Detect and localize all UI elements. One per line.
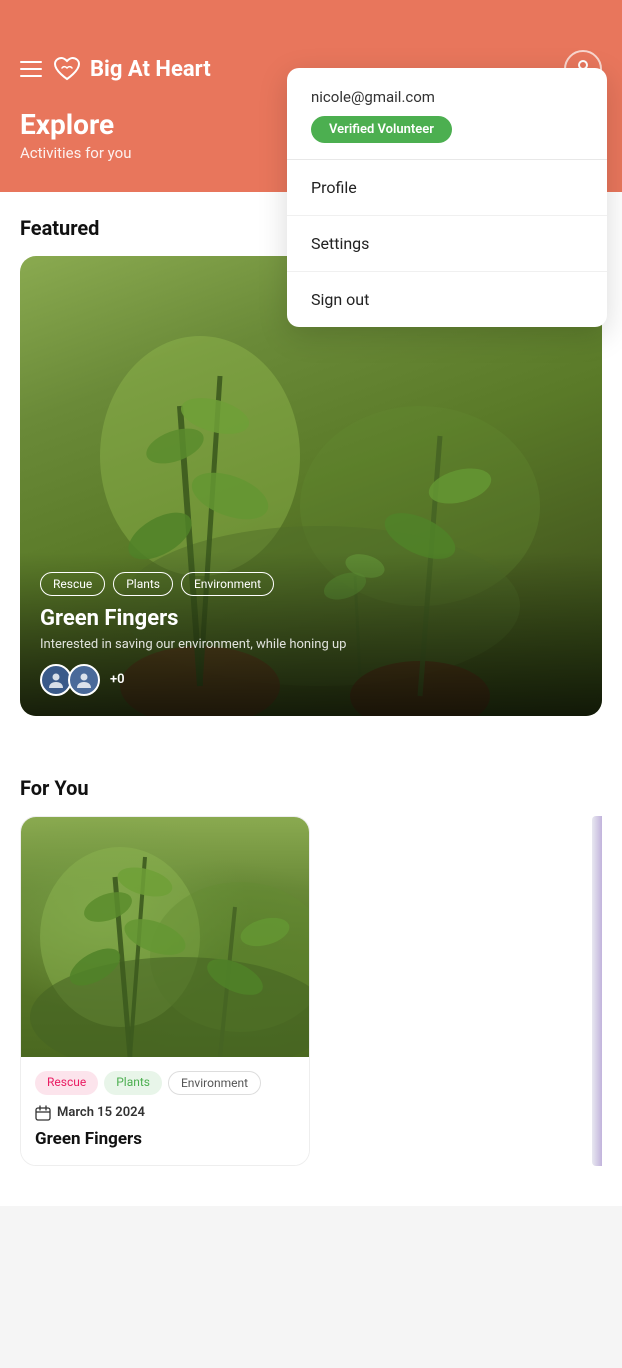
tag-plants: Plants <box>113 572 173 596</box>
avatar-icon-2 <box>74 670 94 690</box>
featured-description: Interested in saving our environment, wh… <box>40 637 582 652</box>
dropdown-header: nicole@gmail.com Verified Volunteer <box>287 68 607 160</box>
scroll-indicator <box>592 816 602 1166</box>
card-1-tag-rescue: Rescue <box>35 1071 98 1095</box>
brand-name: Big At Heart <box>90 57 211 82</box>
for-you-card-1[interactable]: Rescue Plants Environment March 15 2024 … <box>20 816 310 1166</box>
card-1-date-text: March 15 2024 <box>57 1105 145 1120</box>
menu-button[interactable] <box>20 61 42 77</box>
card-1-tag-plants: Plants <box>104 1071 162 1095</box>
app-header: Big At Heart Explore Activities for you … <box>0 0 622 192</box>
for-you-card-body-1: Rescue Plants Environment March 15 2024 … <box>21 1057 309 1165</box>
user-dropdown: nicole@gmail.com Verified Volunteer Prof… <box>287 68 607 327</box>
brand-logo: Big At Heart <box>52 54 211 84</box>
avatar-icon-1 <box>46 670 66 690</box>
settings-menu-item[interactable]: Settings <box>287 216 607 272</box>
for-you-card-image-1 <box>21 817 309 1057</box>
card-1-title: Green Fingers <box>35 1129 295 1149</box>
tag-environment: Environment <box>181 572 274 596</box>
card-1-date: March 15 2024 <box>35 1105 295 1121</box>
featured-title: Green Fingers <box>40 606 582 631</box>
calendar-icon <box>35 1105 51 1121</box>
tag-rescue: Rescue <box>40 572 105 596</box>
heart-logo-icon <box>52 54 82 84</box>
for-you-section: For You <box>0 776 622 1206</box>
for-you-scroll[interactable]: Rescue Plants Environment March 15 2024 … <box>20 816 602 1166</box>
featured-card-overlay: Rescue Plants Environment Green Fingers … <box>20 552 602 716</box>
verified-badge: Verified Volunteer <box>311 116 452 143</box>
for-you-title: For You <box>20 776 602 800</box>
featured-tags: Rescue Plants Environment <box>40 572 582 596</box>
participant-count: +0 <box>110 672 125 687</box>
signout-menu-item[interactable]: Sign out <box>287 272 607 327</box>
avatars-row: +0 <box>40 664 582 696</box>
card-1-tag-environment: Environment <box>168 1071 261 1095</box>
profile-menu-item[interactable]: Profile <box>287 160 607 216</box>
avatar-2 <box>68 664 100 696</box>
user-email: nicole@gmail.com <box>311 88 583 106</box>
card-1-tags: Rescue Plants Environment <box>35 1071 295 1095</box>
